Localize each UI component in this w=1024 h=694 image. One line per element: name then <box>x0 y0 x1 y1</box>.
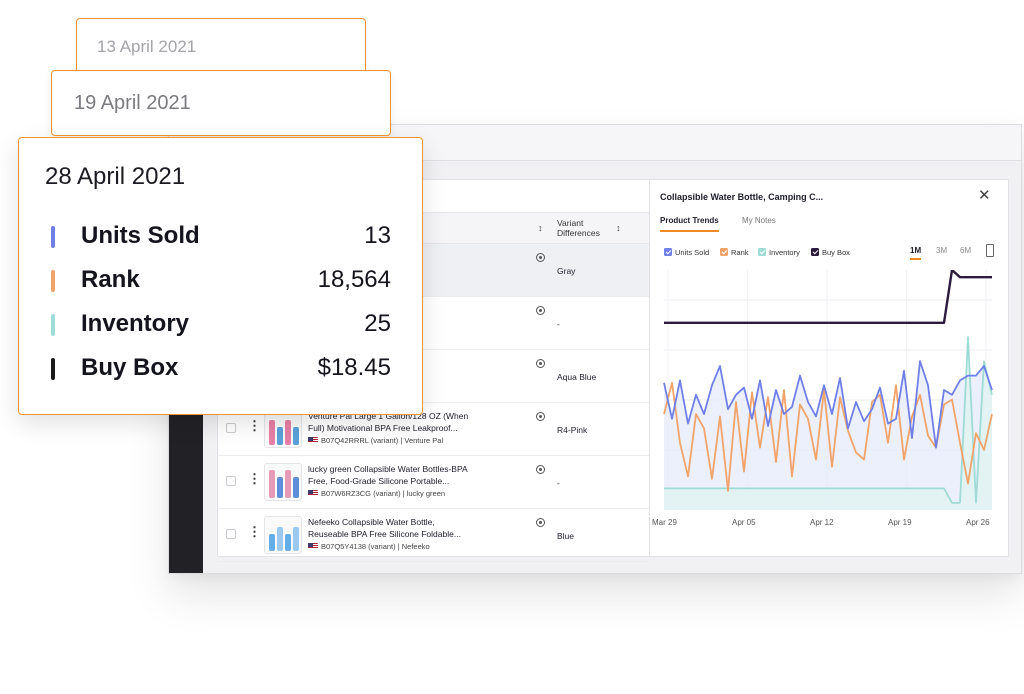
product-thumbnail <box>264 516 302 554</box>
x-tick-label: Mar 29 <box>652 518 677 527</box>
variant-value: Gray <box>557 266 576 276</box>
product-meta: B07Q5Y4138 (variant) | Nefeeko <box>308 542 530 551</box>
metric-color-bar <box>51 226 55 248</box>
checkbox-icon[interactable] <box>664 248 672 256</box>
metric-value: 25 <box>364 310 391 337</box>
metric-inventory: Inventory 25 <box>51 310 391 340</box>
more-options-icon[interactable]: ⋮ <box>248 419 261 432</box>
trend-panel: Collapsible Water Bottle, Camping C... ✕… <box>650 180 1010 556</box>
metric-color-bar <box>51 358 55 380</box>
legend-item-units-sold[interactable]: Units Sold <box>664 248 709 257</box>
date-card-back: 13 April 2021 <box>76 18 366 74</box>
metric-label: Rank <box>81 266 140 293</box>
x-tick-label: Apr 12 <box>810 518 834 527</box>
buy-box-line <box>664 270 992 324</box>
us-flag-icon <box>308 543 318 550</box>
row-checkbox[interactable] <box>226 423 236 433</box>
asin-label: B07Q5Y4138 (variant) | Nefeeko <box>321 542 430 551</box>
variant-value: Aqua Blue <box>557 372 597 382</box>
x-tick-label: Apr 26 <box>966 518 990 527</box>
row-checkbox[interactable] <box>226 529 236 539</box>
column-variant-differences[interactable]: Variant Differences <box>557 218 617 238</box>
variant-icon <box>536 359 545 368</box>
row-checkbox[interactable] <box>226 476 236 486</box>
variant-icon <box>536 306 545 315</box>
date-card-front: 28 April 2021 Units Sold 13 Rank 18,564 … <box>18 137 423 415</box>
us-flag-icon <box>308 437 318 444</box>
sort-icon[interactable]: ↕ <box>616 223 621 233</box>
product-title: Collapsible Water Bottle, Camping C... <box>660 192 824 202</box>
legend-item-inventory[interactable]: Inventory <box>758 248 800 257</box>
checkbox-icon[interactable] <box>720 248 728 256</box>
checkbox-icon[interactable] <box>758 248 766 256</box>
x-tick-label: Apr 05 <box>732 518 756 527</box>
metric-buy-box: Buy Box $18.45 <box>51 354 391 384</box>
sort-icon[interactable]: ↕ <box>538 223 543 233</box>
tab-product-trends[interactable]: Product Trends <box>660 216 719 232</box>
legend-item-buy-box[interactable]: Buy Box <box>811 248 850 257</box>
metric-value: 18,564 <box>317 266 391 293</box>
product-meta: B07Q42RRRL (variant) | Venture Pal <box>308 436 530 445</box>
legend-label: Buy Box <box>822 248 850 257</box>
range-3m[interactable]: 3M <box>936 246 947 255</box>
table-row[interactable]: ⋮ Nefeeko Collapsible Water Bottle, Reuse… <box>218 509 649 562</box>
range-6m[interactable]: 6M <box>960 246 971 255</box>
variant-icon <box>536 412 545 421</box>
variant-value: - <box>557 478 560 488</box>
variant-value: Blue <box>557 531 575 541</box>
product-thumbnail <box>264 463 302 501</box>
tab-my-notes[interactable]: My Notes <box>742 216 776 225</box>
metric-rank: Rank 18,564 <box>51 266 391 296</box>
legend-label: Units Sold <box>675 248 710 257</box>
trend-chart <box>663 270 993 510</box>
date-card-middle: 19 April 2021 <box>51 70 391 136</box>
metric-units-sold: Units Sold 13 <box>51 222 391 252</box>
x-tick-label: Apr 19 <box>888 518 912 527</box>
legend-label: Rank <box>731 248 749 257</box>
metric-value: 13 <box>364 222 391 249</box>
checkbox-icon[interactable] <box>811 248 819 256</box>
product-meta: B07W6RZ3CG (variant) | lucky green <box>308 489 530 498</box>
close-icon[interactable]: ✕ <box>978 186 991 204</box>
product-title[interactable]: Nefeeko Collapsible Water Bottle, Reusea… <box>308 516 530 540</box>
product-thumbnail <box>264 410 302 448</box>
asin-label: B07Q42RRRL (variant) | Venture Pal <box>321 436 444 445</box>
range-1m[interactable]: 1M <box>910 246 922 260</box>
metric-color-bar <box>51 314 55 336</box>
metric-value: $18.45 <box>317 354 391 381</box>
metric-color-bar <box>51 270 55 292</box>
variant-icon <box>536 253 545 262</box>
table-row[interactable]: ⋮ lucky green Collapsible Water Bottles-B… <box>218 456 649 509</box>
variant-value: - <box>557 319 560 329</box>
card-date: 28 April 2021 <box>45 163 186 190</box>
asin-label: B07W6RZ3CG (variant) | lucky green <box>321 489 446 498</box>
card-date: 19 April 2021 <box>74 92 191 114</box>
more-options-icon[interactable]: ⋮ <box>248 525 261 538</box>
legend-label: Inventory <box>769 248 800 257</box>
legend-item-rank[interactable]: Rank <box>720 248 749 257</box>
us-flag-icon <box>308 490 318 497</box>
variant-icon <box>536 465 545 474</box>
card-date: 13 April 2021 <box>97 37 197 56</box>
expand-icon[interactable] <box>986 244 994 257</box>
metric-label: Units Sold <box>81 222 200 249</box>
metric-label: Inventory <box>81 310 190 337</box>
variant-icon <box>536 518 545 527</box>
variant-value: R4-Pink <box>557 425 588 435</box>
more-options-icon[interactable]: ⋮ <box>248 472 261 485</box>
product-title[interactable]: lucky green Collapsible Water Bottles-BP… <box>308 463 530 487</box>
metric-label: Buy Box <box>81 354 179 381</box>
